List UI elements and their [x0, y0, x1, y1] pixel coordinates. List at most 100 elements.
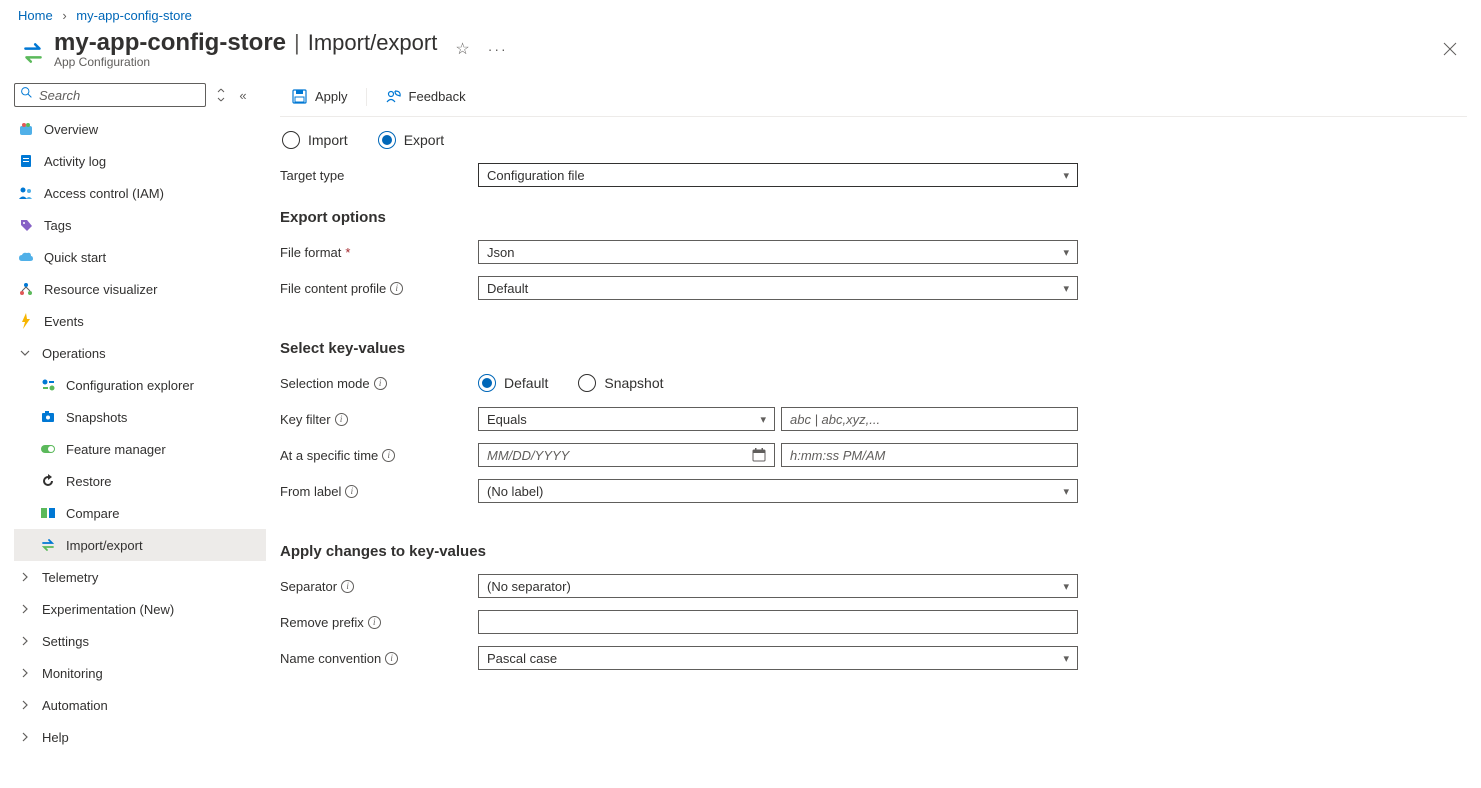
favorite-icon[interactable]: ☆ [455, 39, 469, 59]
close-icon[interactable] [1437, 36, 1463, 62]
info-icon[interactable]: i [390, 282, 403, 295]
select-file-format[interactable]: Json ▾ [478, 240, 1078, 264]
info-icon[interactable]: i [382, 449, 395, 462]
radio-icon [578, 374, 596, 392]
import-export-icon [18, 38, 48, 68]
mode-import[interactable]: Import [282, 131, 348, 149]
input-time[interactable] [781, 443, 1078, 467]
feedback-icon [385, 89, 401, 104]
selection-snapshot[interactable]: Snapshot [578, 374, 663, 392]
chevron-down-icon: ▾ [1063, 652, 1069, 665]
page-title: my-app-config-store [54, 29, 286, 57]
sidebar-group-help[interactable]: Help [14, 721, 266, 753]
toolbar: Apply Feedback [280, 77, 1467, 117]
select-separator[interactable]: (No separator) ▾ [478, 574, 1078, 598]
select-target-type[interactable]: Configuration file ▾ [478, 163, 1078, 187]
label-specific-time: At a specific time i [280, 448, 478, 463]
sidebar-item-access-control[interactable]: Access control (IAM) [14, 177, 266, 209]
info-icon[interactable]: i [374, 377, 387, 390]
collapse-sidebar-icon[interactable]: « [236, 88, 250, 103]
sidebar-item-feature-manager[interactable]: Feature manager [14, 433, 266, 465]
select-from-label[interactable]: (No label) ▾ [478, 479, 1078, 503]
sidebar-item-config-explorer[interactable]: Configuration explorer [14, 369, 266, 401]
chevron-right-icon [18, 572, 32, 582]
sidebar-group-monitoring[interactable]: Monitoring [14, 657, 266, 689]
chevron-right-icon [18, 604, 32, 614]
breadcrumb: Home › my-app-config-store [0, 0, 1481, 27]
sidebar-item-events[interactable]: Events [14, 305, 266, 337]
cloud-icon [18, 249, 34, 265]
log-icon [18, 153, 34, 169]
label-key-filter: Key filter i [280, 412, 478, 427]
compare-icon [40, 505, 56, 521]
expand-icon[interactable] [214, 88, 228, 102]
sidebar-item-tags[interactable]: Tags [14, 209, 266, 241]
snapshot-icon [40, 409, 56, 425]
breadcrumb-store[interactable]: my-app-config-store [76, 8, 192, 23]
calendar-icon[interactable] [752, 448, 766, 462]
input-date[interactable] [478, 443, 775, 467]
sidebar-item-quick-start[interactable]: Quick start [14, 241, 266, 273]
label-remove-prefix: Remove prefix i [280, 615, 478, 630]
input-remove-prefix[interactable] [478, 610, 1078, 634]
chevron-right-icon [18, 668, 32, 678]
input-key-filter-value[interactable] [781, 407, 1078, 431]
sidebar-item-restore[interactable]: Restore [14, 465, 266, 497]
sidebar-group-settings[interactable]: Settings [14, 625, 266, 657]
info-icon[interactable]: i [341, 580, 354, 593]
chevron-down-icon: ▾ [1063, 169, 1069, 182]
sidebar-group-operations[interactable]: Operations [14, 337, 266, 369]
chevron-right-icon: › [62, 8, 66, 23]
info-icon[interactable]: i [368, 616, 381, 629]
label-selection-mode: Selection mode i [280, 376, 478, 391]
chevron-right-icon [18, 700, 32, 710]
chevron-down-icon [18, 348, 32, 358]
tag-icon [18, 217, 34, 233]
sidebar-item-overview[interactable]: Overview [14, 113, 266, 145]
label-file-profile: File content profile i [280, 281, 478, 296]
section-export-options: Export options [280, 193, 1467, 234]
events-icon [18, 313, 34, 329]
info-icon[interactable]: i [385, 652, 398, 665]
radio-icon [378, 131, 396, 149]
page-header: my-app-config-store | Import/export App … [0, 27, 1481, 77]
label-from-label: From label i [280, 484, 478, 499]
chevron-down-icon: ▾ [1063, 282, 1069, 295]
sidebar-item-resource-visualizer[interactable]: Resource visualizer [14, 273, 266, 305]
mode-selector: Import Export [280, 117, 1467, 157]
label-name-convention: Name convention i [280, 651, 478, 666]
config-explorer-icon [40, 377, 56, 393]
sidebar: « Overview Activity log Access control (… [0, 77, 266, 753]
feedback-button[interactable]: Feedback [373, 77, 478, 116]
section-select-key-values: Select key-values [280, 306, 1467, 365]
chevron-down-icon: ▾ [1063, 246, 1069, 259]
select-key-filter[interactable]: Equals ▾ [478, 407, 775, 431]
mode-export[interactable]: Export [378, 131, 444, 149]
chevron-down-icon: ▾ [760, 413, 766, 426]
sidebar-item-snapshots[interactable]: Snapshots [14, 401, 266, 433]
import-export-small-icon [40, 537, 56, 553]
visualizer-icon [18, 281, 34, 297]
sidebar-group-automation[interactable]: Automation [14, 689, 266, 721]
sidebar-search[interactable] [14, 83, 206, 107]
select-name-convention[interactable]: Pascal case ▾ [478, 646, 1078, 670]
select-file-profile[interactable]: Default ▾ [478, 276, 1078, 300]
radio-icon [282, 131, 300, 149]
sidebar-item-import-export[interactable]: Import/export [14, 529, 266, 561]
sidebar-group-telemetry[interactable]: Telemetry [14, 561, 266, 593]
radio-icon [478, 374, 496, 392]
sidebar-group-experimentation[interactable]: Experimentation (New) [14, 593, 266, 625]
more-icon[interactable]: ··· [488, 41, 508, 57]
apply-button[interactable]: Apply [280, 77, 360, 116]
info-icon[interactable]: i [335, 413, 348, 426]
search-input[interactable] [14, 83, 206, 107]
sidebar-item-compare[interactable]: Compare [14, 497, 266, 529]
main-content: Apply Feedback Import Export Target type [266, 77, 1481, 753]
save-icon [292, 89, 307, 104]
overview-icon [18, 121, 34, 137]
breadcrumb-home[interactable]: Home [18, 8, 53, 23]
selection-default[interactable]: Default [478, 374, 548, 392]
info-icon[interactable]: i [345, 485, 358, 498]
sidebar-item-activity-log[interactable]: Activity log [14, 145, 266, 177]
section-apply-changes: Apply changes to key-values [280, 509, 1467, 568]
